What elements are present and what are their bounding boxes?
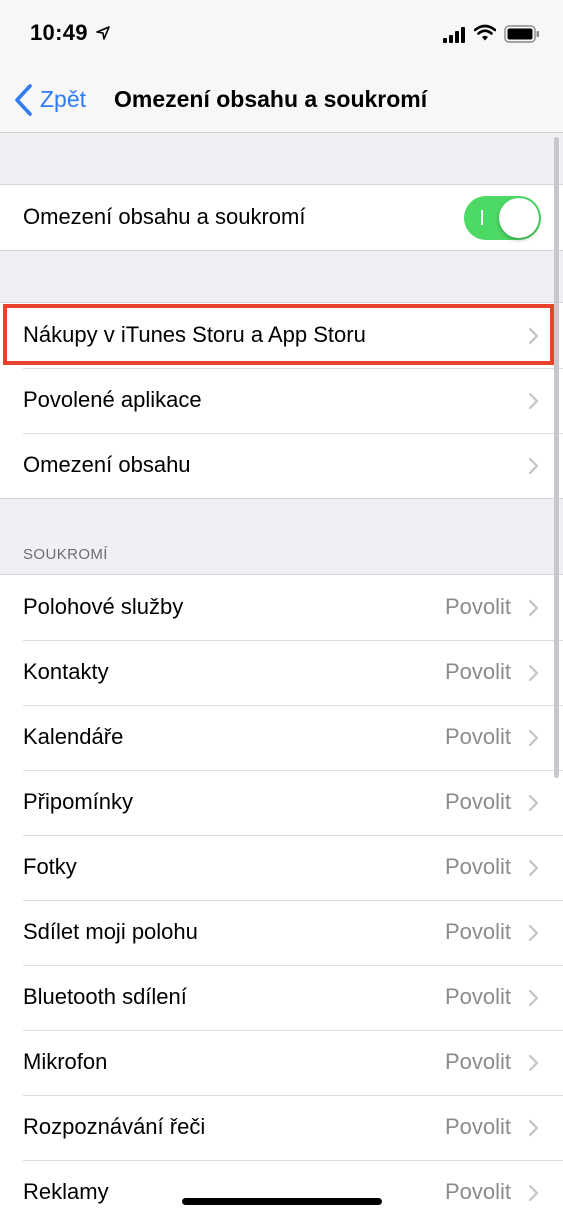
back-button[interactable]: Zpět [40, 86, 86, 113]
list-item-label: Povolené aplikace [23, 387, 202, 412]
privacy-row-value: Povolit [444, 1179, 511, 1204]
privacy-row-value: Povolit [444, 724, 511, 749]
privacy-row-value: Povolit [444, 659, 511, 684]
privacy-row-label: Reklamy [23, 1179, 109, 1204]
privacy-row[interactable]: Kalendáře Povolit [0, 705, 563, 770]
privacy-row[interactable]: Sdílet moji polohu Povolit [0, 900, 563, 965]
content-privacy-toggle-row[interactable]: Omezení obsahu a soukromí [0, 185, 563, 250]
privacy-row-value: Povolit [444, 594, 511, 619]
home-indicator[interactable] [182, 1198, 382, 1205]
privacy-row[interactable]: Reklamy Povolit [0, 1160, 563, 1218]
privacy-row-label: Kontakty [23, 659, 109, 684]
toggle-knob [499, 198, 539, 238]
privacy-row-label: Polohové služby [23, 594, 184, 619]
section-header-privacy: SOUKROMÍ [23, 546, 108, 563]
privacy-row-label: Připomínky [23, 789, 134, 814]
privacy-row[interactable]: Polohové služby Povolit [0, 575, 563, 640]
toggle-on-mark [481, 210, 483, 225]
privacy-row-value: Povolit [444, 854, 511, 879]
privacy-row-label: Bluetooth sdílení [23, 984, 187, 1009]
location-arrow-icon [96, 26, 110, 45]
chevron-right-icon [528, 599, 539, 622]
status-bar: 10:49 [0, 0, 563, 68]
list-item-content-restrictions[interactable]: Omezení obsahu [0, 433, 563, 498]
privacy-row-label: Mikrofon [23, 1049, 108, 1074]
chevron-right-icon [528, 457, 539, 480]
chevron-right-icon [528, 392, 539, 415]
privacy-row-value: Povolit [444, 1114, 511, 1139]
chevron-right-icon [528, 794, 539, 817]
privacy-row[interactable]: Fotky Povolit [0, 835, 563, 900]
cellular-signal-icon [443, 27, 467, 48]
highlight-annotation [3, 304, 554, 365]
privacy-row-value: Povolit [444, 1049, 511, 1074]
screen: 10:49 Zpět Omezení obsahu a soukromí Ome… [0, 0, 563, 1218]
navigation-bar: Zpět Omezení obsahu a soukromí [0, 68, 563, 133]
page-title: Omezení obsahu a soukromí [114, 86, 428, 112]
chevron-right-icon [528, 1184, 539, 1207]
privacy-row-label: Kalendáře [23, 724, 124, 749]
toggle-group: Omezení obsahu a soukromí [0, 184, 563, 251]
privacy-row-value: Povolit [444, 919, 511, 944]
chevron-right-icon [528, 989, 539, 1012]
content-privacy-toggle[interactable] [464, 196, 541, 240]
privacy-row-value: Povolit [444, 789, 511, 814]
privacy-row-label: Sdílet moji polohu [23, 919, 198, 944]
privacy-row[interactable]: Kontakty Povolit [0, 640, 563, 705]
battery-icon [504, 25, 540, 48]
chevron-right-icon [528, 924, 539, 947]
privacy-row[interactable]: Rozpoznávání řeči Povolit [0, 1095, 563, 1160]
chevron-right-icon [528, 859, 539, 882]
privacy-group: Polohové služby Povolit Kontakty Povolit Kal… [0, 574, 563, 1218]
toggle-row-label: Omezení obsahu a soukromí [23, 204, 306, 229]
status-time: 10:49 [30, 20, 88, 45]
chevron-right-icon [528, 1119, 539, 1142]
privacy-row-value: Povolit [444, 984, 511, 1009]
list-item-allowed-apps[interactable]: Povolené aplikace [0, 368, 563, 433]
chevron-right-icon [528, 1054, 539, 1077]
wifi-icon [473, 24, 497, 47]
privacy-row[interactable]: Bluetooth sdílení Povolit [0, 965, 563, 1030]
privacy-row[interactable]: Připomínky Povolit [0, 770, 563, 835]
privacy-row-label: Fotky [23, 854, 77, 879]
back-chevron-icon[interactable] [12, 82, 34, 123]
scrollbar[interactable] [554, 137, 559, 778]
chevron-right-icon [528, 664, 539, 687]
list-item-label: Omezení obsahu [23, 452, 191, 477]
privacy-row-label: Rozpoznávání řeči [23, 1114, 206, 1139]
privacy-row[interactable]: Mikrofon Povolit [0, 1030, 563, 1095]
chevron-right-icon [528, 729, 539, 752]
